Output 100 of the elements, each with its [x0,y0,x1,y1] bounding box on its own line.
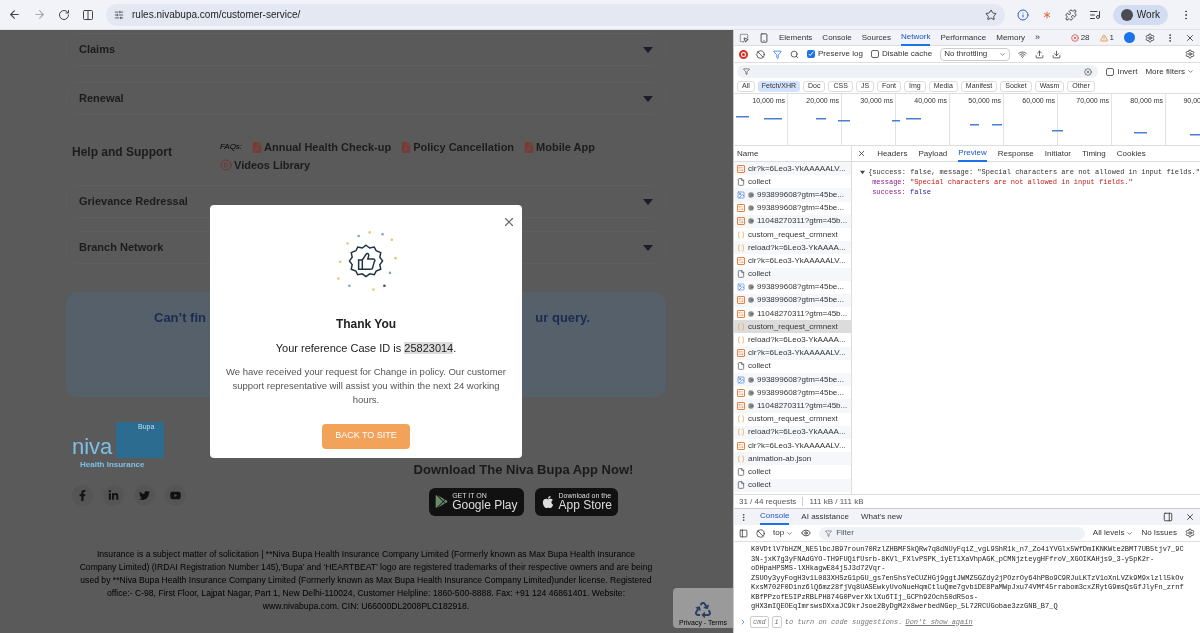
clear-icon[interactable] [756,528,765,538]
request-row[interactable]: collect [734,267,852,281]
request-row[interactable]: clr?k=6Leo3-YkAAAAALV... [734,438,852,453]
throttling-select[interactable]: No throttling [940,47,1011,61]
invert-checkbox[interactable]: Invert [1106,65,1138,78]
detail-tab[interactable]: Preview [958,145,987,162]
request-row[interactable]: 993899608?gtm=45be... [734,280,852,294]
close-icon[interactable] [1185,32,1195,43]
detail-tab[interactable]: Cookies [1116,145,1146,162]
youtube-icon[interactable] [165,485,186,506]
checkbox[interactable] [807,50,815,58]
request-row[interactable]: 11048270311?gtm=45b... [734,399,852,413]
detail-tab[interactable]: Headers [877,145,908,162]
more-filters-dropdown[interactable]: More filters [1145,65,1197,78]
checkbox[interactable] [1106,67,1115,76]
request-name: custom_request_crmnext [748,228,838,241]
request-row[interactable]: collect [734,359,852,373]
request-row[interactable]: custom_request_crmnext [734,320,852,334]
request-name: 993899608?gtm=45be... [757,202,844,215]
request-name: clr?k=6Leo3-YkAAAAALV... [748,347,846,360]
request-row[interactable]: custom_request_crmnext [734,227,852,242]
extension-icon[interactable] [1016,8,1029,21]
network-conditions-icon[interactable] [1018,49,1028,59]
close-icon[interactable] [1185,512,1195,522]
back-icon[interactable] [8,8,21,21]
request-icon [737,349,745,358]
inspect-icon[interactable] [739,32,749,43]
checkbox[interactable] [870,50,879,58]
request-row[interactable]: reload?k=6Leo3-YkAAAA... [734,425,852,439]
request-row[interactable]: 993899608?gtm=45be... [734,188,852,202]
facebook-icon[interactable] [72,485,93,506]
bookmark-star-icon[interactable] [984,8,997,21]
twitter-icon[interactable] [134,485,155,506]
request-row[interactable]: 993899608?gtm=45be... [734,201,852,215]
dock-icon[interactable] [1163,512,1173,522]
devtools-tab[interactable]: Sources [861,30,892,46]
devtools-tab[interactable]: Memory [996,30,1026,46]
media-controls-icon[interactable] [1088,8,1101,21]
request-row[interactable]: reload?k=6Leo3-YkAAAA... [734,333,852,347]
request-row[interactable]: 993899608?gtm=45be... [734,293,852,308]
device-toolbar-icon[interactable] [759,32,769,43]
export-icon[interactable] [1052,49,1062,59]
detail-tab[interactable]: Payload [918,145,948,162]
devtools-tab[interactable]: Elements [779,30,813,46]
request-row[interactable]: 11048270311?gtm=45b... [734,307,852,321]
request-row[interactable]: reload?k=6Leo3-YkAAAA... [734,241,852,255]
request-row[interactable]: collect [734,465,852,479]
pdf-icon [252,141,263,153]
request-row[interactable]: collect [734,175,852,189]
profile-button[interactable]: Work [1112,4,1168,25]
drawer-tab[interactable]: AI assistance [801,509,849,525]
request-row[interactable]: 993899608?gtm=45be... [734,386,852,400]
detail-tab[interactable]: Timing [1082,145,1106,162]
reload-icon[interactable] [58,8,70,21]
devtools-tab[interactable]: Network [901,30,931,46]
search-icon[interactable] [790,49,799,59]
settings-icon[interactable] [1145,32,1155,43]
expand-triangle-icon[interactable] [860,169,866,175]
close-icon[interactable] [857,149,867,158]
request-row[interactable]: 11048270311?gtm=45b... [734,214,852,228]
devtools-tab[interactable]: Console [822,30,852,46]
braces-icon [737,454,745,463]
more-tabs-button[interactable]: » [1035,30,1041,45]
settings-icon[interactable] [1185,528,1195,538]
request-row[interactable]: 993899608?gtm=45be... [734,373,852,387]
sidebar-icon[interactable] [739,528,748,538]
settings-icon[interactable] [1185,49,1195,59]
request-row[interactable]: custom_request_crmnext [734,412,852,426]
request-icon [737,204,745,213]
request-row[interactable]: collect [734,478,852,492]
request-icon [737,256,745,265]
detail-tab[interactable]: Initiator [1044,145,1072,162]
live-expression-icon[interactable] [801,528,812,538]
disable-cache-checkbox[interactable]: Disable cache [870,48,933,60]
split-view-icon[interactable] [82,8,94,21]
request-row[interactable]: clr?k=6Leo3-YkAAAAALV... [734,162,852,176]
drawer-tab[interactable]: Console [760,509,790,525]
clear-icon[interactable] [756,49,765,59]
filter-icon[interactable] [773,49,782,59]
console-filter-field[interactable]: Filter [819,526,1085,540]
clear-filter-icon[interactable] [1084,67,1093,76]
site-info-icon[interactable] [114,9,124,20]
import-icon[interactable] [1035,49,1045,59]
context-select[interactable]: top [773,527,794,539]
detail-tab[interactable]: Response [997,145,1034,162]
close-icon[interactable] [502,215,516,229]
devtools-tab[interactable]: Performance [940,30,987,46]
menu-icon[interactable] [739,512,748,522]
record-stop-icon[interactable] [739,49,748,59]
request-row[interactable]: animation-ab.json [734,452,852,466]
linkedin-icon[interactable] [103,485,124,506]
request-row[interactable]: clr?k=6Leo3-YkAAAAALV... [734,254,852,268]
filter-field[interactable] [737,65,1099,78]
issues-button[interactable]: No Issues [1141,527,1177,539]
address-bar[interactable]: rules.nivabupa.com/customer-service/ [106,3,1005,26]
extensions-icon[interactable] [1064,8,1077,21]
levels-select[interactable]: All levels [1092,527,1134,539]
preserve-log-checkbox[interactable]: Preserve log [807,48,863,60]
request-row[interactable]: clr?k=6Leo3-YkAAAAALV... [734,346,852,360]
drawer-tab[interactable]: What's new [860,509,903,525]
